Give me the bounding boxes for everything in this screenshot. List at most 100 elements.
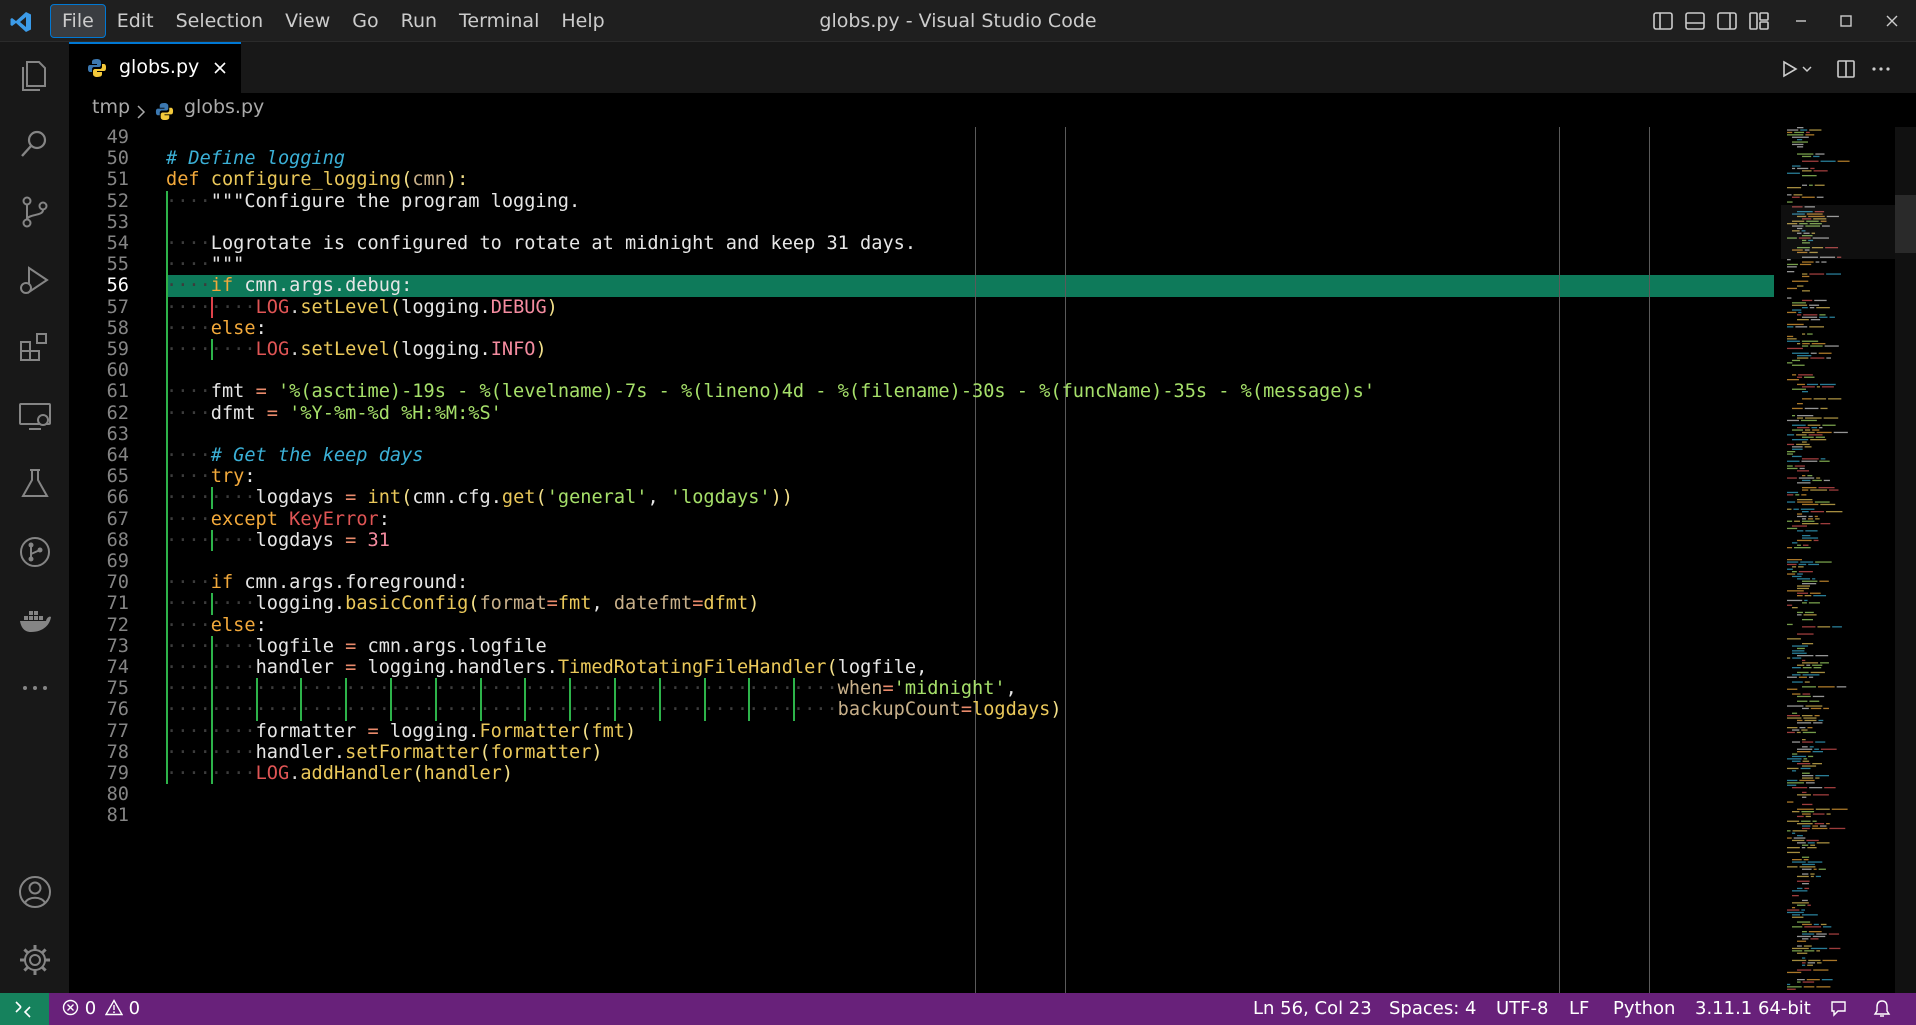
breadcrumb-python-icon bbox=[155, 102, 174, 121]
more-views-icon[interactable] bbox=[17, 670, 53, 706]
minimap[interactable] bbox=[1781, 127, 1895, 993]
menu-selection[interactable]: Selection bbox=[165, 4, 275, 38]
toggle-panel-icon[interactable] bbox=[1684, 11, 1706, 31]
code-line[interactable]: ········logdays = int(cmn.cfg.get('gener… bbox=[166, 487, 793, 508]
code-line[interactable]: ····try: bbox=[166, 466, 256, 487]
code-line[interactable]: ········logging.basicConfig(format=fmt, … bbox=[166, 593, 759, 614]
code-line[interactable]: ········logfile = cmn.args.logfile bbox=[166, 636, 547, 657]
code-line[interactable]: ········handler = logging.handlers.Timed… bbox=[166, 657, 927, 678]
code-line[interactable]: ····""" bbox=[166, 254, 244, 275]
remote-indicator[interactable] bbox=[0, 993, 49, 1025]
code-line[interactable]: ········LOG.addHandler(handler) bbox=[166, 763, 513, 784]
vertical-scrollbar[interactable] bbox=[1895, 127, 1916, 993]
accounts-icon[interactable] bbox=[17, 874, 53, 910]
run-options-chevron-icon[interactable] bbox=[1800, 58, 1814, 80]
ruler bbox=[975, 127, 976, 993]
code-line[interactable]: ········logdays = 31 bbox=[166, 530, 390, 551]
code-line[interactable]: def configure_logging(cmn): bbox=[166, 169, 468, 190]
split-editor-icon[interactable] bbox=[1835, 58, 1857, 80]
menu-help[interactable]: Help bbox=[550, 4, 615, 38]
line-number: 57 bbox=[106, 296, 129, 318]
line-number: 59 bbox=[106, 339, 129, 360]
testing-icon[interactable] bbox=[17, 466, 53, 502]
close-tab-icon[interactable] bbox=[212, 60, 228, 76]
line-number: 62 bbox=[106, 402, 129, 424]
code-line[interactable]: ········LOG.setLevel(logging.INFO) bbox=[166, 339, 547, 360]
customize-layout-icon[interactable] bbox=[1748, 11, 1770, 31]
code-line[interactable]: ········································… bbox=[166, 699, 1062, 720]
extensions-icon[interactable] bbox=[17, 330, 53, 366]
indentation[interactable]: Spaces: 4 bbox=[1389, 998, 1476, 1019]
menu-edit[interactable]: Edit bbox=[106, 4, 165, 38]
close-window-icon[interactable] bbox=[1881, 11, 1903, 31]
code-line[interactable]: ········································… bbox=[166, 678, 1017, 699]
menu-terminal[interactable]: Terminal bbox=[448, 4, 550, 38]
code-line[interactable]: ····if cmn.args.debug: bbox=[166, 275, 412, 296]
notifications-bell-icon[interactable] bbox=[1873, 999, 1891, 1019]
line-number: 73 bbox=[106, 635, 129, 657]
git-graph-icon[interactable] bbox=[17, 534, 53, 570]
toggle-primary-sidebar-icon[interactable] bbox=[1652, 11, 1674, 31]
problems-indicator[interactable]: 0 0 bbox=[62, 998, 140, 1019]
code-line[interactable]: ········LOG.setLevel(logging.DEBUG) bbox=[166, 297, 558, 318]
line-number: 51 bbox=[106, 169, 129, 191]
menu-file[interactable]: File bbox=[50, 4, 106, 38]
code-line[interactable]: ········handler.setFormatter(formatter) bbox=[166, 742, 603, 763]
run-debug-icon[interactable] bbox=[17, 262, 53, 298]
menu-view[interactable]: View bbox=[274, 4, 341, 38]
end-of-line[interactable]: LF bbox=[1569, 998, 1589, 1019]
language-mode[interactable]: Python bbox=[1613, 998, 1675, 1019]
code-line[interactable]: ········formatter = logging.Formatter(fm… bbox=[166, 721, 636, 742]
line-number: 72 bbox=[106, 614, 129, 636]
line-number: 70 bbox=[106, 572, 129, 594]
code-line[interactable]: ····else: bbox=[166, 318, 267, 339]
minimize-icon[interactable] bbox=[1790, 11, 1812, 31]
tab-globs-py[interactable]: globs.py bbox=[69, 42, 241, 93]
code-line[interactable]: ····# Get the keep days bbox=[166, 445, 423, 466]
maximize-icon[interactable] bbox=[1835, 11, 1857, 31]
code-line[interactable]: ····fmt = '%(asctime)-19s - %(levelname)… bbox=[166, 381, 1375, 402]
explorer-icon[interactable] bbox=[17, 58, 53, 94]
editor-tabs: globs.py bbox=[69, 42, 1916, 93]
code-line[interactable]: ····Logrotate is configured to rotate at… bbox=[166, 233, 916, 254]
title-bar: File Edit Selection View Go Run Terminal… bbox=[0, 0, 1916, 42]
encoding[interactable]: UTF-8 bbox=[1496, 998, 1548, 1019]
menu-run[interactable]: Run bbox=[390, 4, 448, 38]
vscode-logo-icon[interactable] bbox=[9, 10, 33, 34]
cursor-position[interactable]: Ln 56, Col 23 bbox=[1253, 998, 1372, 1019]
code-line[interactable]: ····dfmt = '%Y-%m-%d %H:%M:%S' bbox=[166, 403, 502, 424]
code-editor[interactable]: # Define logging def configure_logging(cm… bbox=[69, 127, 1781, 993]
line-number: 78 bbox=[106, 741, 129, 763]
error-count: 0 bbox=[84, 998, 97, 1019]
line-number: 60 bbox=[106, 360, 129, 382]
code-line[interactable]: ····except KeyError: bbox=[166, 509, 390, 530]
code-line[interactable]: ····"""Configure the program logging. bbox=[166, 191, 580, 212]
remote-explorer-icon[interactable] bbox=[17, 398, 53, 434]
toggle-secondary-sidebar-icon[interactable] bbox=[1716, 11, 1738, 31]
scrollbar-thumb[interactable] bbox=[1895, 195, 1916, 253]
settings-gear-icon[interactable] bbox=[17, 942, 53, 978]
feedback-icon[interactable] bbox=[1830, 1000, 1850, 1018]
error-icon bbox=[62, 999, 79, 1016]
breadcrumb-file[interactable]: globs.py bbox=[184, 96, 264, 118]
line-number: 79 bbox=[106, 763, 129, 784]
line-number: 61 bbox=[106, 381, 129, 403]
menu-go[interactable]: Go bbox=[341, 4, 389, 38]
ruler bbox=[1065, 127, 1066, 993]
line-number: 75 bbox=[106, 678, 129, 700]
code-line[interactable]: ····else: bbox=[166, 615, 267, 636]
line-number: 65 bbox=[106, 466, 129, 488]
breadcrumb-folder[interactable]: tmp bbox=[92, 96, 130, 118]
status-bar: 0 0 Ln 56, Col 23 Spaces: 4 UTF-8 LF Pyt… bbox=[0, 993, 1916, 1025]
line-number: 52 bbox=[106, 190, 129, 212]
source-control-icon[interactable] bbox=[17, 194, 53, 230]
line-number: 77 bbox=[106, 720, 129, 742]
search-icon[interactable] bbox=[17, 126, 53, 162]
python-interpreter[interactable]: 3.11.1 64-bit bbox=[1695, 998, 1811, 1019]
code-line[interactable]: # Define logging bbox=[166, 148, 345, 169]
code-line[interactable]: ····if cmn.args.foreground: bbox=[166, 572, 468, 593]
more-actions-icon[interactable] bbox=[1870, 58, 1892, 80]
docker-icon[interactable] bbox=[17, 602, 53, 638]
line-number: 80 bbox=[106, 784, 129, 806]
run-python-file-icon[interactable] bbox=[1778, 58, 1800, 80]
